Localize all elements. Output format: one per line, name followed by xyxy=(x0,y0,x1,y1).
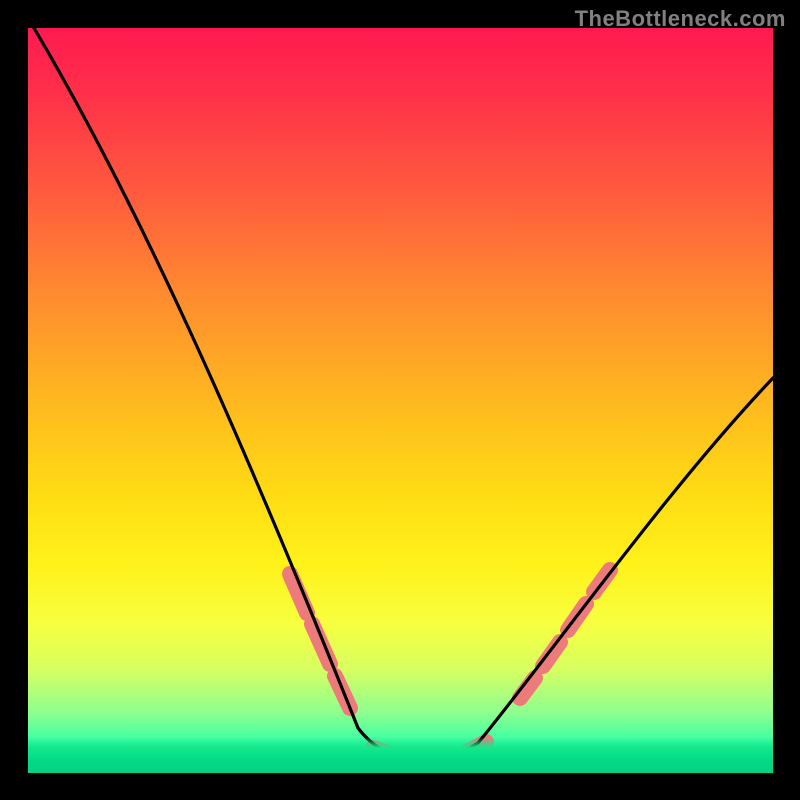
curve-svg xyxy=(28,28,773,773)
bottleneck-curve xyxy=(28,28,773,760)
right-ascent-2 xyxy=(543,642,560,666)
valley-2 xyxy=(420,756,453,760)
valley-1 xyxy=(373,748,406,759)
highlight-group xyxy=(290,570,610,760)
chart-frame: TheBottleneck.com xyxy=(0,0,800,800)
watermark-text: TheBottleneck.com xyxy=(575,6,786,32)
valley-3 xyxy=(467,742,486,752)
plot-area xyxy=(28,28,773,773)
left-descent-2 xyxy=(312,624,330,664)
